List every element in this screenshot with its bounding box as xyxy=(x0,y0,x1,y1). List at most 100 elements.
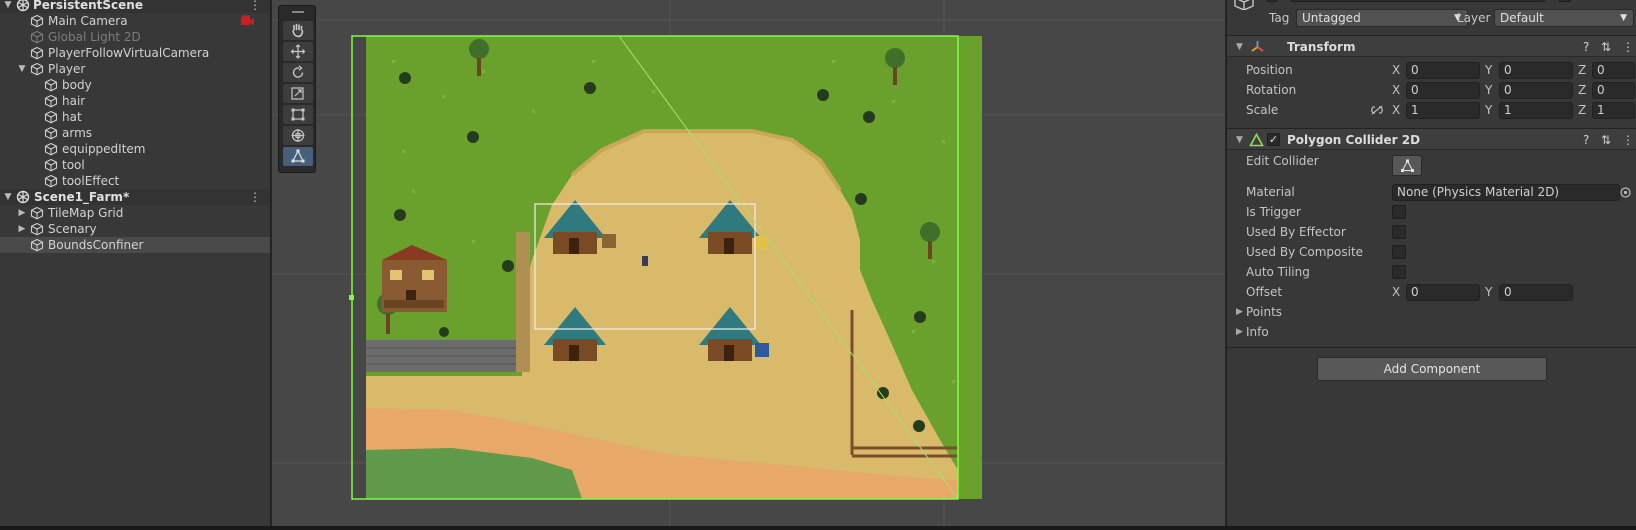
axis-x-label[interactable]: X xyxy=(1392,282,1400,302)
item-label: equippedItem xyxy=(62,142,146,156)
item-label: hair xyxy=(62,94,86,108)
help-icon[interactable]: ? xyxy=(1583,36,1589,58)
scale-z-field[interactable]: 1 xyxy=(1592,102,1635,119)
add-component-button[interactable]: Add Component xyxy=(1317,357,1547,381)
auto-tiling-checkbox[interactable] xyxy=(1392,265,1406,279)
scale-tool-button[interactable] xyxy=(283,84,313,103)
expand-arrow-icon[interactable]: ▼ xyxy=(2,189,14,205)
is-trigger-label: Is Trigger xyxy=(1246,205,1301,219)
hierarchy-item-tilemap-grid[interactable]: ▶ TileMap Grid xyxy=(0,205,270,221)
axis-x-label[interactable]: X xyxy=(1392,80,1400,100)
foldout-arrow-icon[interactable]: ▼ xyxy=(1236,129,1243,151)
hierarchy-item-hair[interactable]: hair xyxy=(0,93,270,109)
transform-header[interactable]: ▼ Transform ? ⇅ ⋮ xyxy=(1227,35,1636,57)
palette-grip-icon[interactable] xyxy=(292,11,304,13)
hierarchy-item-follow-camera[interactable]: PlayerFollowVirtualCamera xyxy=(0,45,270,61)
scale-x-field[interactable]: 1 xyxy=(1406,102,1480,119)
expand-arrow-icon[interactable]: ▼ xyxy=(16,61,28,77)
axis-z-label[interactable]: Z xyxy=(1578,80,1586,100)
help-icon[interactable]: ? xyxy=(1583,129,1589,151)
hierarchy-item-tool[interactable]: tool xyxy=(0,157,270,173)
expand-arrow-icon[interactable]: ▶ xyxy=(16,205,28,221)
rotation-x-field[interactable]: 0 xyxy=(1406,82,1480,99)
axis-z-label[interactable]: Z xyxy=(1578,60,1586,80)
scene-menu-icon[interactable]: ⋮ xyxy=(249,189,261,205)
scene-view[interactable] xyxy=(272,0,1225,526)
position-y-field[interactable]: 0 xyxy=(1499,62,1573,79)
material-label: Material xyxy=(1246,185,1295,199)
hierarchy-item-equipped-item[interactable]: equippedItem xyxy=(0,141,270,157)
axis-y-label[interactable]: Y xyxy=(1485,80,1492,100)
axis-z-label[interactable]: Z xyxy=(1578,100,1586,120)
preset-icon[interactable]: ⇅ xyxy=(1601,129,1611,151)
scene-canvas[interactable] xyxy=(272,0,1225,526)
component-menu-icon[interactable]: ⋮ xyxy=(1622,36,1634,58)
edit-collider-label: Edit Collider xyxy=(1246,154,1319,168)
axis-y-label[interactable]: Y xyxy=(1485,100,1492,120)
scale-y-field[interactable]: 1 xyxy=(1499,102,1573,119)
hierarchy-item-arms[interactable]: arms xyxy=(0,125,270,141)
edit-collider-tool-button[interactable] xyxy=(283,147,313,166)
axis-y-label[interactable]: Y xyxy=(1485,282,1492,302)
hierarchy-item-scenary[interactable]: ▶ Scenary xyxy=(0,221,270,237)
info-foldout[interactable]: ▶ Info xyxy=(1227,322,1636,342)
hierarchy-item-tool-effect[interactable]: toolEffect xyxy=(0,173,270,189)
foldout-arrow-icon[interactable]: ▶ xyxy=(1236,302,1243,322)
layer-dropdown[interactable]: Default ▼ xyxy=(1494,9,1634,27)
polygon-collider-header[interactable]: ▼ ✓ Polygon Collider 2D ? ⇅ ⋮ xyxy=(1227,128,1636,150)
edit-collider-button[interactable] xyxy=(1392,155,1422,176)
transform-icon xyxy=(1251,41,1264,52)
collider-handle[interactable] xyxy=(349,295,354,300)
static-checkbox[interactable] xyxy=(1559,0,1571,2)
rect-tool-button[interactable] xyxy=(283,105,313,124)
rotation-y-field[interactable]: 0 xyxy=(1499,82,1573,99)
transform-icon xyxy=(291,129,305,142)
hierarchy-item-hat[interactable]: hat xyxy=(0,109,270,125)
hierarchy-item-body[interactable]: body xyxy=(0,77,270,93)
hierarchy-item-main-camera[interactable]: Main Camera xyxy=(0,13,270,29)
expand-arrow-icon[interactable]: ▼ xyxy=(2,0,14,13)
offset-x-field[interactable]: 0 xyxy=(1406,284,1480,301)
constrain-proportions-icon[interactable] xyxy=(1370,105,1384,115)
is-trigger-checkbox[interactable] xyxy=(1392,205,1406,219)
expand-arrow-icon[interactable]: ▶ xyxy=(16,221,28,237)
position-z-field[interactable]: 0 xyxy=(1592,62,1635,79)
used-by-effector-checkbox[interactable] xyxy=(1392,225,1406,239)
component-title: Polygon Collider 2D xyxy=(1287,133,1421,147)
hierarchy-scene-persistent[interactable]: ▼ PersistentScene ⋮ xyxy=(0,0,270,13)
component-menu-icon[interactable]: ⋮ xyxy=(1622,129,1634,151)
gameobject-cube-icon xyxy=(30,46,44,60)
hierarchy-scene-farm[interactable]: ▼ Scene1_Farm* ⋮ xyxy=(0,189,270,205)
points-foldout[interactable]: ▶ Points xyxy=(1227,302,1636,322)
foldout-arrow-icon[interactable]: ▶ xyxy=(1236,322,1243,342)
hand-tool-button[interactable] xyxy=(283,21,313,40)
rotation-z-field[interactable]: 0 xyxy=(1592,82,1635,99)
material-object-field[interactable]: None (Physics Material 2D) xyxy=(1392,184,1620,201)
axis-x-label[interactable]: X xyxy=(1392,60,1400,80)
preset-icon[interactable]: ⇅ xyxy=(1601,36,1611,58)
scene-label: PersistentScene xyxy=(33,0,143,12)
name-field[interactable] xyxy=(1290,0,1545,2)
active-toggle-checkbox[interactable] xyxy=(1267,0,1277,2)
axis-y-label[interactable]: Y xyxy=(1485,60,1492,80)
rotate-tool-button[interactable] xyxy=(283,63,313,82)
tag-dropdown[interactable]: Untagged ▼ xyxy=(1296,9,1468,27)
scene-menu-icon[interactable]: ⋮ xyxy=(249,0,261,13)
position-x-field[interactable]: 0 xyxy=(1406,62,1480,79)
used-by-composite-checkbox[interactable] xyxy=(1392,245,1406,259)
item-label: Scenary xyxy=(48,222,97,236)
used-by-effector-row: Used By Effector xyxy=(1227,222,1636,242)
enabled-checkbox[interactable]: ✓ xyxy=(1267,133,1280,146)
object-picker-icon[interactable] xyxy=(1620,187,1631,198)
move-tool-button[interactable] xyxy=(283,42,313,61)
transform-tool-button[interactable] xyxy=(283,126,313,145)
axis-x-label[interactable]: X xyxy=(1392,100,1400,120)
hierarchy-item-player[interactable]: ▼ Player xyxy=(0,61,270,77)
hierarchy-item-global-light[interactable]: Global Light 2D xyxy=(0,29,270,45)
hierarchy-item-bounds-confiner[interactable]: BoundsConfiner xyxy=(0,237,270,253)
foldout-arrow-icon[interactable]: ▼ xyxy=(1236,36,1243,58)
is-trigger-row: Is Trigger xyxy=(1227,202,1636,222)
offset-y-field[interactable]: 0 xyxy=(1499,284,1573,301)
gameobject-cube-icon xyxy=(30,62,44,76)
hierarchy-panel: ▼ PersistentScene ⋮ Main Camera Global L… xyxy=(0,0,271,526)
